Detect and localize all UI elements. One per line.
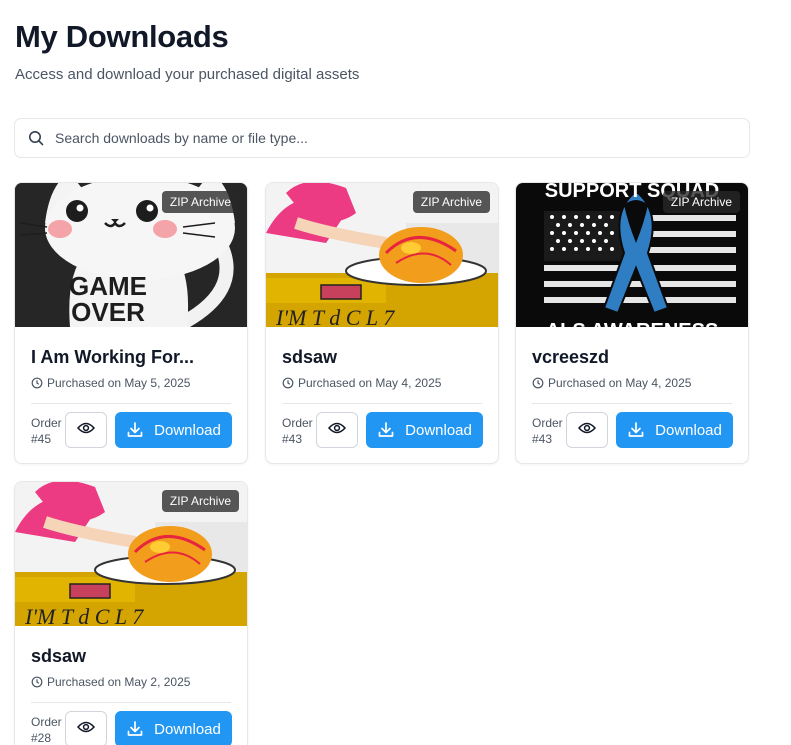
preview-button[interactable] <box>65 711 107 745</box>
download-label: Download <box>154 421 221 439</box>
purchase-date: Purchased on May 4, 2025 <box>282 376 441 390</box>
order-label: Order <box>31 715 62 729</box>
order-label: Order <box>532 416 563 430</box>
divider <box>282 403 482 404</box>
download-label: Download <box>154 720 221 738</box>
file-type-badge: ZIP Archive <box>161 191 239 213</box>
clock-icon <box>31 377 43 389</box>
download-button[interactable]: Download <box>115 711 232 745</box>
download-card: I'M T d C L 7 ZIP Archive sdsaw Purchase… <box>265 182 499 464</box>
clock-icon <box>282 377 294 389</box>
purchase-date: Purchased on May 4, 2025 <box>532 376 691 390</box>
svg-text:OVER: OVER <box>71 297 145 327</box>
preview-button[interactable] <box>566 412 608 448</box>
order-number: #43 <box>532 432 553 446</box>
download-icon <box>126 720 144 738</box>
preview-button[interactable] <box>316 412 358 448</box>
order-info: Order #43 <box>282 415 316 447</box>
download-label: Download <box>655 421 722 439</box>
divider <box>532 403 732 404</box>
search-bar[interactable] <box>14 118 750 158</box>
card-title: sdsaw <box>282 347 338 367</box>
download-card: GAME OVER ZIP Archive I Am Working For..… <box>14 182 248 464</box>
page-title: My Downloads <box>15 19 229 54</box>
download-icon <box>627 421 645 439</box>
clock-icon <box>31 676 43 688</box>
card-title: vcreeszd <box>532 347 610 367</box>
file-type-badge: ZIP Archive <box>412 191 490 213</box>
file-type-badge: ZIP Archive <box>662 191 740 213</box>
clock-icon <box>532 377 544 389</box>
eye-icon <box>327 421 347 440</box>
order-info: Order #43 <box>532 415 566 447</box>
order-number: #28 <box>31 731 52 745</box>
purchase-date-text: Purchased on May 2, 2025 <box>47 675 191 689</box>
download-button[interactable]: Download <box>616 412 733 448</box>
order-info: Order #28 <box>31 714 65 745</box>
order-number: #45 <box>31 432 52 446</box>
order-label: Order <box>282 416 313 430</box>
thumbnail-turkey-cooking: I'M T d C L 7 ZIP Archive <box>266 183 498 327</box>
thumbnail-support-squad-ribbon: SUPPORT SQUAD ALS AWARENESS ZIP Archive <box>516 183 748 327</box>
search-input[interactable] <box>55 130 715 146</box>
download-icon <box>377 421 395 439</box>
card-title: I Am Working For... <box>31 347 195 367</box>
download-card: SUPPORT SQUAD ALS AWARENESS ZIP Archive … <box>515 182 749 464</box>
download-icon <box>126 421 144 439</box>
order-info: Order #45 <box>31 415 65 447</box>
svg-text:I'M T d C L 7: I'M T d C L 7 <box>24 604 144 626</box>
thumbnail-cat-game-over: GAME OVER ZIP Archive <box>15 183 247 327</box>
svg-text:ALS AWARENESS: ALS AWARENESS <box>546 320 719 327</box>
page-subtitle: Access and download your purchased digit… <box>15 66 360 83</box>
preview-button[interactable] <box>65 412 107 448</box>
purchase-date-text: Purchased on May 4, 2025 <box>548 376 692 390</box>
download-label: Download <box>405 421 472 439</box>
card-title: sdsaw <box>31 646 87 666</box>
purchase-date-text: Purchased on May 5, 2025 <box>47 376 191 390</box>
order-number: #43 <box>282 432 303 446</box>
divider <box>31 403 231 404</box>
search-icon <box>27 129 45 147</box>
order-label: Order <box>31 416 62 430</box>
file-type-badge: ZIP Archive <box>161 490 239 512</box>
eye-icon <box>577 421 597 440</box>
eye-icon <box>76 421 96 440</box>
thumbnail-turkey-cooking: I'M T d C L 7 ZIP Archive <box>15 482 247 626</box>
download-card: I'M T d C L 7 ZIP Archive sdsaw Purchase… <box>14 481 248 745</box>
purchase-date-text: Purchased on May 4, 2025 <box>298 376 442 390</box>
purchase-date: Purchased on May 2, 2025 <box>31 675 190 689</box>
download-button[interactable]: Download <box>115 412 232 448</box>
divider <box>31 702 231 703</box>
purchase-date: Purchased on May 5, 2025 <box>31 376 190 390</box>
download-button[interactable]: Download <box>366 412 483 448</box>
eye-icon <box>76 720 96 739</box>
svg-text:I'M T d C L 7: I'M T d C L 7 <box>275 305 395 327</box>
